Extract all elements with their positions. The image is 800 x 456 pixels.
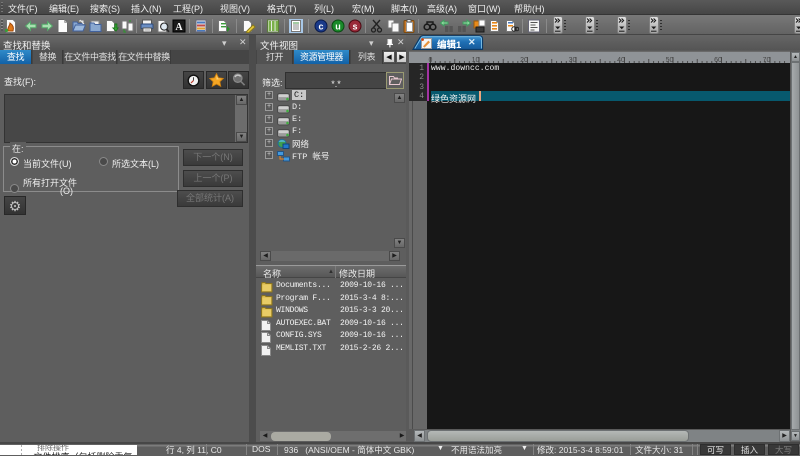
svg-text:A: A	[175, 22, 183, 33]
svg-text:s: s	[352, 22, 357, 32]
svg-text:u: u	[335, 22, 341, 32]
svg-text:c: c	[318, 22, 323, 32]
